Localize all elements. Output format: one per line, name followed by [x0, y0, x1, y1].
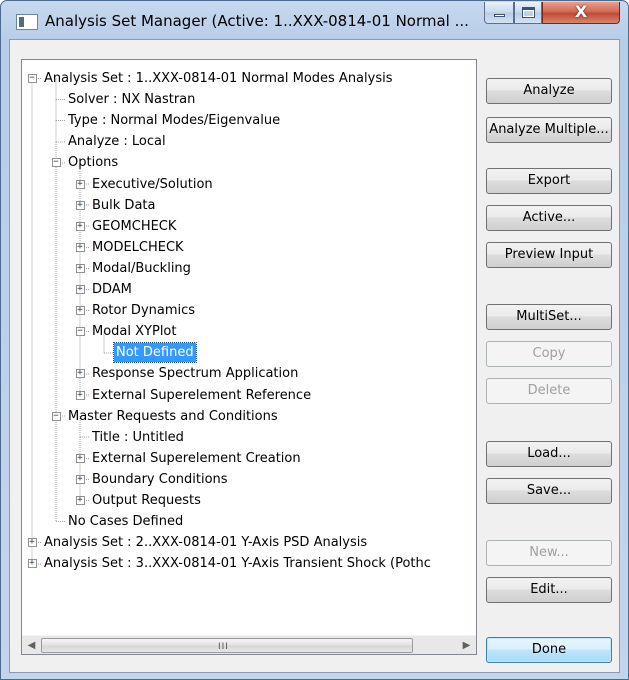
close-icon: X [574, 2, 588, 21]
horizontal-scrollbar[interactable]: ◀ III ▶ [22, 635, 476, 654]
tree-node[interactable]: Boundary Conditions [90, 470, 230, 489]
tree-node[interactable]: Executive/Solution [90, 175, 215, 194]
expand-icon[interactable]: + [75, 453, 85, 463]
edit-button[interactable]: Edit... [486, 577, 612, 603]
expand-icon[interactable]: + [75, 242, 85, 252]
tree-node[interactable]: Analysis Set : 3..XXX-0814-01 Y-Axis Tra… [42, 554, 433, 573]
title-bar[interactable]: Analysis Set Manager (Active: 1..XXX-081… [1, 1, 628, 39]
scrollbar-grip-icon: III [218, 642, 229, 652]
collapse-icon[interactable]: − [51, 158, 61, 168]
tree-node[interactable]: Modal/Buckling [90, 259, 193, 278]
tree-node[interactable]: Title : Untitled [90, 428, 186, 447]
analysis-set-tree[interactable]: Analysis Set : 1..XXX-0814-01 Normal Mod… [21, 59, 477, 655]
tree-viewport: Analysis Set : 1..XXX-0814-01 Normal Mod… [22, 60, 476, 635]
export-button[interactable]: Export [486, 168, 612, 194]
tree-node[interactable]: Type : Normal Modes/Eigenvalue [66, 111, 282, 130]
active-button[interactable]: Active... [486, 205, 612, 231]
preview-input-button[interactable]: Preview Input [486, 242, 612, 268]
multiset-button[interactable]: MultiSet... [486, 304, 612, 330]
tree-node[interactable]: Response Spectrum Application [90, 364, 300, 383]
minimize-button[interactable] [484, 2, 514, 24]
close-button[interactable]: X [542, 2, 620, 24]
tree-node[interactable]: Master Requests and Conditions [66, 407, 280, 426]
save-button[interactable]: Save... [486, 478, 612, 504]
collapse-icon[interactable]: − [51, 411, 61, 421]
collapse-icon[interactable]: − [27, 74, 37, 83]
tree-node[interactable]: Modal XYPlot [90, 322, 178, 341]
expand-icon[interactable]: + [75, 200, 85, 210]
tree-node[interactable]: Bulk Data [90, 196, 157, 215]
tree-node[interactable]: Analysis Set : 2..XXX-0814-01 Y-Axis PSD… [42, 533, 369, 552]
expand-icon[interactable]: + [75, 369, 85, 379]
tree-node[interactable]: Rotor Dynamics [90, 301, 197, 320]
scroll-left-arrow-icon[interactable]: ◀ [22, 636, 41, 655]
tree-node[interactable]: Options [66, 153, 120, 172]
expand-icon[interactable]: + [75, 390, 85, 400]
tree-node[interactable]: GEOMCHECK [90, 217, 178, 236]
expand-icon[interactable]: + [75, 285, 85, 294]
maximize-button[interactable] [514, 2, 542, 24]
expand-icon[interactable]: + [27, 538, 37, 548]
app-window-icon [16, 14, 38, 30]
collapse-icon[interactable]: − [75, 327, 85, 337]
scrollbar-thumb[interactable]: III [41, 638, 413, 653]
tree-node[interactable]: External Superelement Reference [90, 386, 313, 405]
expand-icon[interactable]: + [75, 306, 85, 316]
tree-node[interactable]: No Cases Defined [66, 512, 185, 531]
delete-button[interactable]: Delete [486, 378, 612, 404]
scroll-right-arrow-icon[interactable]: ▶ [457, 636, 476, 655]
window-title: Analysis Set Manager (Active: 1..XXX-081… [45, 12, 469, 30]
caption-buttons: X [484, 2, 620, 24]
expand-icon[interactable]: + [75, 221, 85, 231]
tree-node[interactable]: Solver : NX Nastran [66, 90, 197, 109]
expand-icon[interactable]: + [75, 263, 85, 273]
load-button[interactable]: Load... [486, 441, 612, 467]
copy-button[interactable]: Copy [486, 341, 612, 367]
tree-node[interactable]: Analysis Set : 1..XXX-0814-01 Normal Mod… [42, 69, 395, 88]
expand-icon[interactable]: + [75, 474, 85, 484]
tree-node[interactable]: MODELCHECK [90, 238, 186, 257]
done-button[interactable]: Done [486, 637, 612, 663]
tree-node[interactable]: Not Defined [113, 342, 197, 364]
new-button[interactable]: New... [486, 540, 612, 566]
expand-icon[interactable]: + [27, 559, 37, 569]
expand-icon[interactable]: + [75, 179, 85, 189]
dialog-client-area: Analysis Set : 1..XXX-0814-01 Normal Mod… [9, 39, 620, 673]
maximize-icon [522, 7, 535, 18]
tree-node[interactable]: Output Requests [90, 491, 203, 510]
analyze-multiple-button[interactable]: Analyze Multiple... [486, 117, 612, 143]
minimize-icon [494, 14, 505, 17]
analysis-set-manager-window: Analysis Set Manager (Active: 1..XXX-081… [0, 0, 629, 680]
tree-node[interactable]: External Superelement Creation [90, 449, 303, 468]
analyze-button[interactable]: Analyze [486, 78, 612, 104]
tree-node[interactable]: DDAM [90, 280, 134, 299]
expand-icon[interactable]: + [75, 496, 85, 505]
tree-node[interactable]: Analyze : Local [66, 132, 168, 151]
